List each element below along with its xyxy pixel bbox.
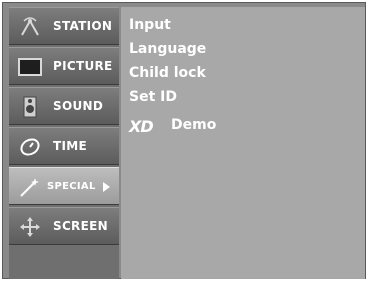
option-input[interactable]: Input	[129, 17, 171, 33]
menu-item-label: PICTURE	[53, 59, 113, 73]
menu-item-sound[interactable]: SOUND	[9, 87, 119, 125]
menu-item-label: TIME	[53, 139, 87, 153]
speaker-icon	[17, 94, 43, 120]
tv-icon	[17, 54, 43, 80]
submenu-panel: Input Language Child lock Set ID XD Demo	[121, 7, 365, 279]
tv-osd-screen: STATION PICTURE SOUND TIME SPECIAL SCREE…	[2, 2, 366, 279]
menu-item-special[interactable]: SPECIAL	[9, 167, 119, 205]
option-xd-demo[interactable]: Demo	[171, 117, 216, 133]
menu-item-time[interactable]: TIME	[9, 127, 119, 165]
antenna-icon	[17, 14, 43, 40]
menu-item-label: STATION	[53, 19, 113, 33]
menu-item-label: SCREEN	[53, 219, 108, 233]
option-child-lock[interactable]: Child lock	[129, 65, 206, 81]
xd-logo: XD	[129, 117, 154, 136]
menu-item-picture[interactable]: PICTURE	[9, 47, 119, 85]
menu-sidebar: STATION PICTURE SOUND TIME SPECIAL SCREE…	[9, 7, 119, 279]
option-set-id[interactable]: Set ID	[129, 89, 177, 105]
menu-item-label: SPECIAL	[47, 180, 96, 192]
menu-item-screen[interactable]: SCREEN	[9, 207, 119, 245]
chevron-right-icon	[103, 182, 110, 192]
wand-icon	[17, 174, 43, 200]
option-language[interactable]: Language	[129, 41, 206, 57]
menu-item-label: SOUND	[53, 99, 104, 113]
move-icon	[17, 214, 43, 240]
menu-item-station[interactable]: STATION	[9, 7, 119, 45]
clock-icon	[17, 134, 43, 160]
